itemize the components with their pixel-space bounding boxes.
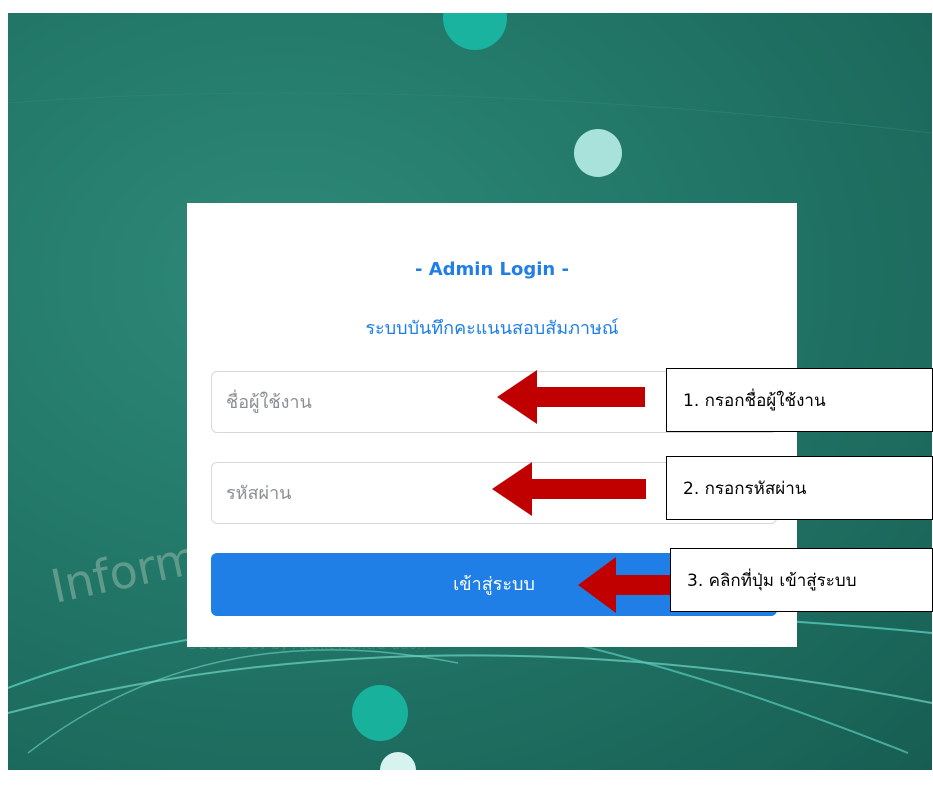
annotation-step1: 1. กรอกชื่อผู้ใช้งาน	[666, 368, 933, 432]
decor-circle-bottom-light	[380, 752, 416, 770]
login-title: - Admin Login -	[414, 259, 569, 280]
decor-circle-light	[574, 129, 622, 177]
arrow-left-icon	[492, 462, 646, 516]
annotation-step3: 3. คลิกที่ปุ่ม เข้าสู่ระบบ	[670, 548, 933, 612]
login-subtitle: ระบบบันทึกคะแนนสอบสัมภาษณ์	[365, 318, 619, 339]
decor-circle-top	[443, 13, 507, 50]
annotation-step2: 2. กรอกรหัสผ่าน	[666, 456, 933, 520]
arrow-left-icon	[578, 557, 671, 613]
arrow-left-icon	[497, 370, 645, 424]
decor-circle-bottom	[352, 685, 408, 741]
